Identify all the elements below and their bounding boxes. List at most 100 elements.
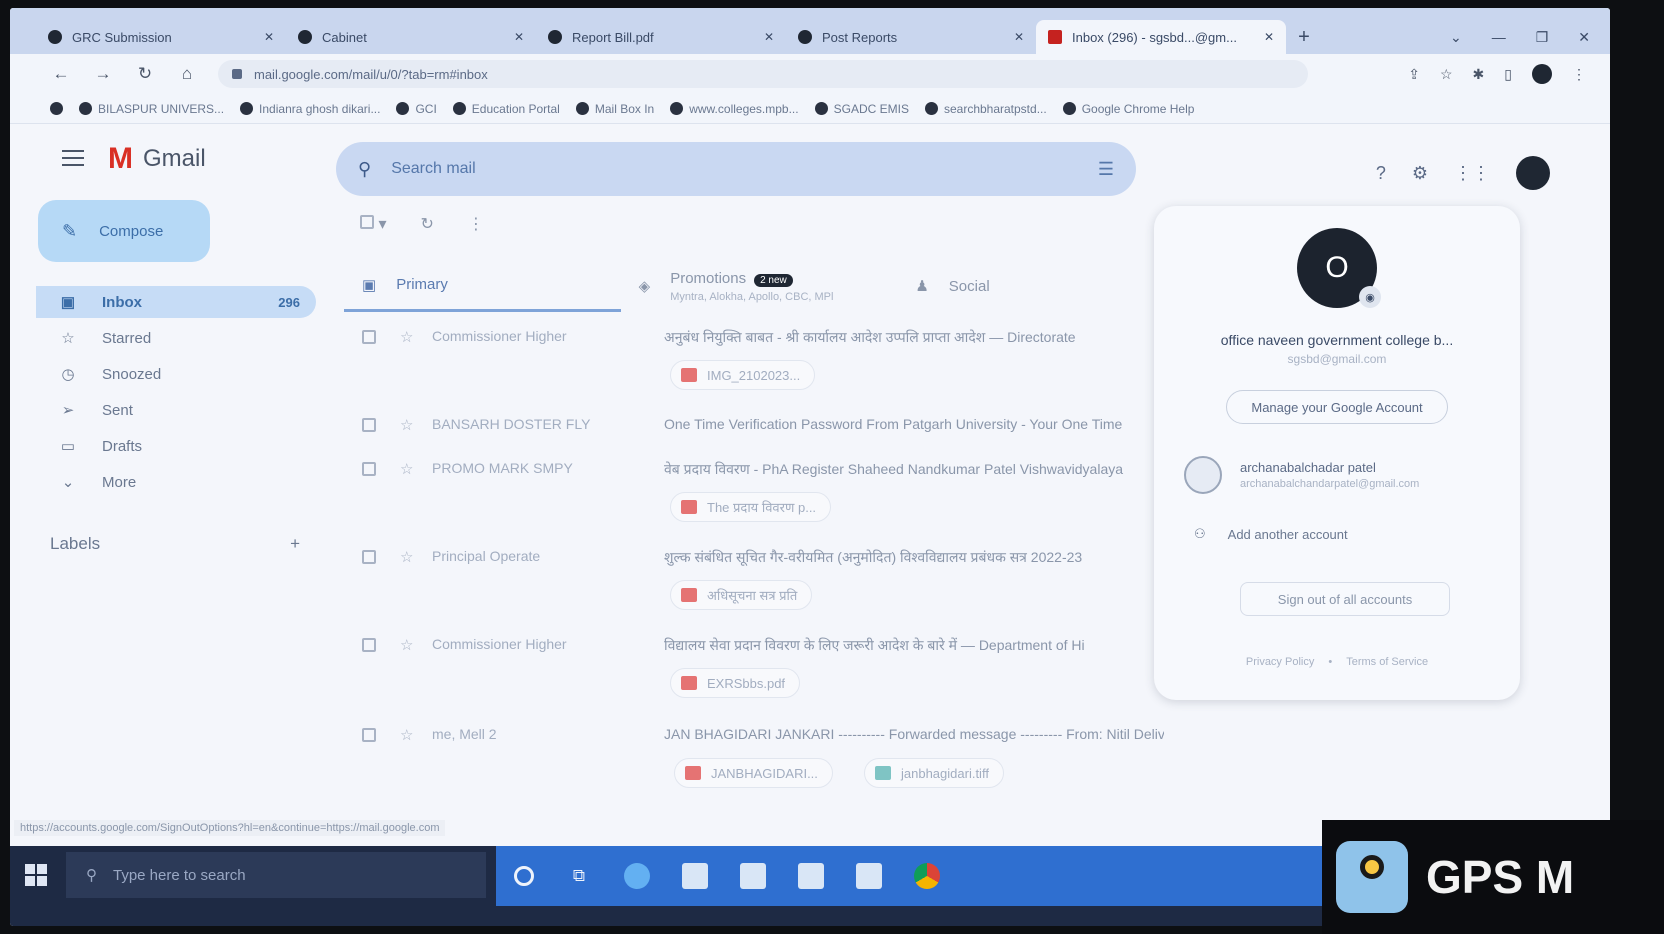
support-icon[interactable]: ?	[1376, 163, 1386, 184]
manage-account-button[interactable]: Manage your Google Account	[1226, 390, 1448, 424]
settings-gear-icon[interactable]: ⚙	[1412, 163, 1428, 184]
address-bar[interactable]: mail.google.com/mail/u/0/?tab=rm#inbox	[218, 60, 1308, 88]
close-icon[interactable]: ✕	[514, 30, 524, 44]
email-row[interactable]: ☆ Principal Operate शुल्क संबंधित सूचित …	[344, 546, 1174, 626]
add-label-icon[interactable]: +	[290, 534, 300, 554]
bookmark-item[interactable]: BILASPUR UNIVERS...	[79, 102, 224, 116]
tab-promotions[interactable]: ◈ Promotions 2 new Myntra, Alokha, Apollo…	[621, 260, 898, 312]
browser-tab-active[interactable]: Inbox (296) - sgsbd...@gm... ✕	[1036, 20, 1286, 54]
email-row[interactable]: ☆ Commissioner Higher विद्यालय सेवा प्रद…	[344, 634, 1174, 714]
sidebar-item-drafts[interactable]: ▭ Drafts	[36, 430, 316, 462]
star-icon[interactable]: ☆	[400, 416, 413, 434]
close-icon[interactable]: ✕	[1014, 30, 1024, 44]
back-icon[interactable]: ←	[50, 64, 72, 84]
sidebar-item-snoozed[interactable]: ◷ Snoozed	[36, 358, 316, 390]
attachment-chip[interactable]: JANBHAGIDARI...	[674, 758, 833, 788]
browser-tab[interactable]: Post Reports ✕	[786, 20, 1036, 54]
search-filter-icon[interactable]: ☰	[1098, 159, 1114, 180]
attachment-chip[interactable]: janbhagidari.tiff	[864, 758, 1004, 788]
bookmark-item[interactable]: searchbharatpstd...	[924, 102, 1047, 116]
star-icon[interactable]: ☆	[400, 726, 413, 744]
attachment-chip[interactable]: EXRSbbs.pdf	[670, 668, 801, 698]
sidebar-item-starred[interactable]: ☆ Starred	[36, 322, 316, 354]
sidebar-item-inbox[interactable]: ▣ Inbox 296	[36, 286, 316, 318]
attachment-chip[interactable]: अधिसूचना सत्र प्रति	[670, 580, 813, 610]
star-icon[interactable]: ☆	[400, 328, 413, 346]
bookmark-item[interactable]: SGADC EMIS	[814, 102, 909, 116]
gmail-logo[interactable]: M Gmail	[108, 144, 206, 174]
terms-link[interactable]: Terms of Service	[1346, 656, 1428, 668]
sidebar-item-more[interactable]: ⌄ More	[36, 466, 316, 498]
close-icon[interactable]: ✕	[264, 30, 274, 44]
cortana-icon[interactable]	[514, 866, 534, 886]
compose-button[interactable]: ✎ Compose	[38, 200, 210, 262]
main-menu-icon[interactable]	[62, 150, 84, 166]
bookmark-item[interactable]: Education Portal	[452, 102, 560, 116]
search-bar[interactable]: ⚲ Search mail ☰	[336, 142, 1136, 196]
mail-app-icon[interactable]	[798, 863, 824, 889]
bookmark-item[interactable]	[50, 102, 63, 115]
row-checkbox[interactable]	[362, 330, 376, 344]
more-actions-icon[interactable]: ⋮	[468, 214, 484, 234]
row-checkbox[interactable]	[362, 462, 376, 476]
bookmark-star-icon[interactable]: ☆	[1440, 66, 1453, 83]
share-icon[interactable]: ⇪	[1408, 66, 1420, 83]
browser-tab[interactable]: GRC Submission ✕	[36, 20, 286, 54]
forward-icon[interactable]: →	[92, 64, 114, 84]
bookmark-item[interactable]: GCI	[396, 102, 437, 116]
word-app-icon[interactable]	[856, 863, 882, 889]
close-icon[interactable]: ✕	[1264, 30, 1274, 44]
tab-social[interactable]: ♟ Social	[897, 260, 1174, 312]
reload-icon[interactable]: ↻	[134, 64, 156, 84]
taskbar-search-input[interactable]: Type here to search	[113, 867, 246, 884]
chrome-browser-icon[interactable]	[914, 863, 940, 889]
edge-browser-icon[interactable]	[624, 863, 650, 889]
windows-start-icon[interactable]	[10, 852, 62, 898]
attachment-chip[interactable]: IMG_2102023...	[670, 360, 816, 390]
store-icon[interactable]	[682, 863, 708, 889]
privacy-policy-link[interactable]: Privacy Policy	[1246, 656, 1314, 668]
new-tab-button[interactable]: +	[1286, 20, 1322, 54]
search-icon[interactable]: ⚲	[358, 159, 371, 180]
minimize-icon[interactable]: —	[1492, 29, 1506, 45]
camera-icon[interactable]: ◉	[1359, 286, 1381, 308]
email-row[interactable]: ☆ PROMO MARK SMPY वेब प्रदाय विवरण - PhA…	[344, 458, 1174, 538]
star-icon[interactable]: ☆	[400, 636, 413, 654]
apps-grid-icon[interactable]: ⋮⋮	[1454, 163, 1490, 184]
file-explorer-icon[interactable]	[740, 863, 766, 889]
star-icon[interactable]: ☆	[400, 460, 413, 478]
maximize-icon[interactable]: ❐	[1536, 29, 1549, 46]
row-checkbox[interactable]	[362, 550, 376, 564]
email-row[interactable]: ☆ Commissioner Higher अनुबंध नियुक्ति बा…	[344, 326, 1174, 406]
star-icon[interactable]: ☆	[400, 548, 413, 566]
side-panel-icon[interactable]: ▯	[1504, 66, 1512, 83]
tab-primary[interactable]: ▣ Primary	[344, 260, 621, 312]
task-view-icon[interactable]: ⧉	[566, 863, 592, 889]
email-row[interactable]: ☆ me, Mell 2 JAN BHAGIDARI JANKARI -----…	[344, 724, 1174, 804]
refresh-icon[interactable]: ↻	[420, 214, 433, 234]
add-account-button[interactable]: ⚇ Add another account	[1194, 526, 1348, 542]
bookmark-item[interactable]: www.colleges.mpb...	[670, 102, 799, 116]
sign-out-button[interactable]: Sign out of all accounts	[1240, 582, 1450, 616]
row-checkbox[interactable]	[362, 728, 376, 742]
attachment-chip[interactable]: The प्रदाय विवरण p...	[670, 492, 832, 522]
email-row[interactable]: ☆ BANSARH DOSTER FLY One Time Verificati…	[344, 414, 1174, 454]
extensions-icon[interactable]: ✱	[1473, 66, 1485, 83]
close-window-icon[interactable]: ✕	[1578, 29, 1590, 46]
browser-menu-icon[interactable]: ⋮	[1572, 66, 1586, 83]
account-avatar[interactable]	[1516, 156, 1550, 190]
browser-profile-avatar[interactable]	[1532, 64, 1552, 84]
taskbar-search[interactable]: ⚲ Type here to search	[66, 852, 486, 898]
browser-tab[interactable]: Cabinet ✕	[286, 20, 536, 54]
bookmark-item[interactable]: Google Chrome Help	[1062, 102, 1194, 116]
bookmark-item[interactable]: Indianra ghosh dikari...	[240, 102, 380, 116]
search-input[interactable]: Search mail	[391, 160, 1098, 178]
close-icon[interactable]: ✕	[764, 30, 774, 44]
row-checkbox[interactable]	[362, 638, 376, 652]
row-checkbox[interactable]	[362, 418, 376, 432]
home-icon[interactable]: ⌂	[176, 64, 198, 84]
select-all-checkbox[interactable]: ▾	[360, 214, 386, 234]
browser-tab[interactable]: Report Bill.pdf ✕	[536, 20, 786, 54]
tab-search-icon[interactable]: ⌄	[1450, 29, 1462, 46]
bookmark-item[interactable]: Mail Box In	[575, 102, 654, 116]
